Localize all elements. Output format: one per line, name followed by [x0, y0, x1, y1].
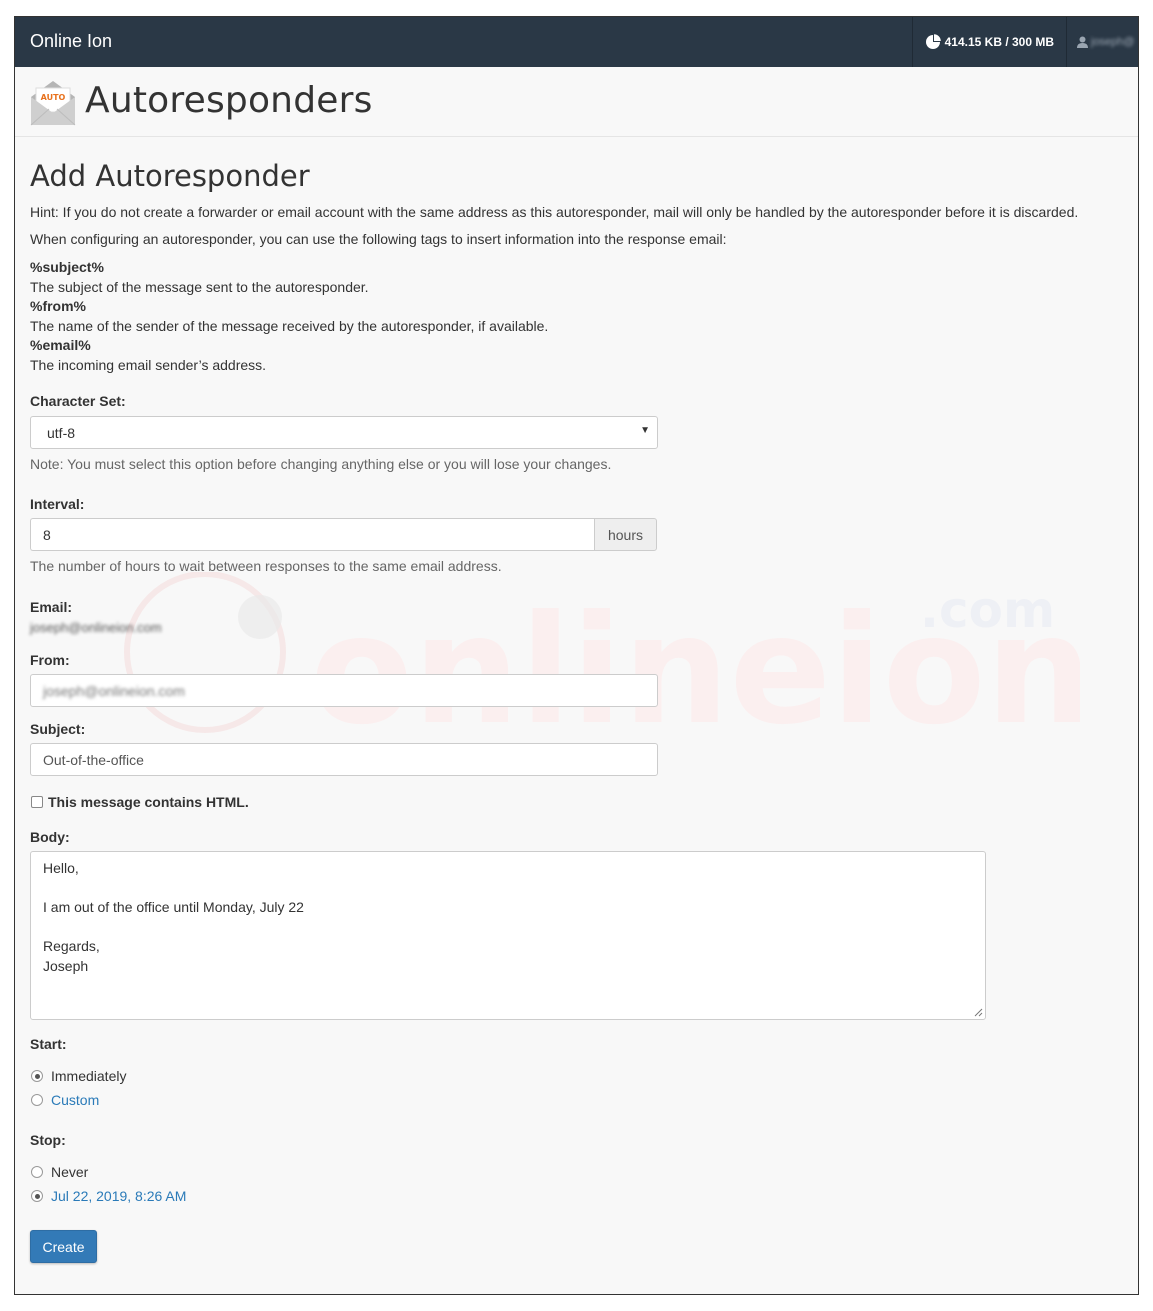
caret-down-icon: ▼: [640, 425, 650, 436]
start-label: Start:: [30, 1036, 67, 1052]
stop-date-link[interactable]: Jul 22, 2019, 8:26 AM: [51, 1188, 186, 1204]
subject-input[interactable]: Out-of-the-office: [30, 743, 658, 776]
start-custom-option[interactable]: Custom: [30, 1088, 1128, 1112]
pie-chart-icon: [925, 34, 941, 49]
start-options: Immediately Custom: [30, 1064, 1128, 1112]
email-label: Email:: [30, 599, 73, 615]
radio-never[interactable]: [31, 1166, 43, 1178]
stop-never-option[interactable]: Never: [30, 1160, 1128, 1184]
radio-immediately[interactable]: [31, 1070, 43, 1082]
start-custom-link[interactable]: Custom: [51, 1092, 99, 1108]
stop-label: Stop:: [30, 1132, 66, 1148]
charset-label: Character Set:: [30, 393, 126, 409]
top-navbar: Online Ion 414.15 KB / 300 MB joseph@: [15, 17, 1138, 67]
html-checkbox-row[interactable]: This message contains HTML.: [30, 794, 1128, 810]
resize-handle-icon[interactable]: [974, 1008, 983, 1017]
tag-description: The name of the sender of the message re…: [30, 317, 549, 334]
tag-name: %from%: [30, 298, 87, 314]
autoresponder-envelope-icon: AUTO: [30, 81, 76, 126]
tag-description: The subject of the message sent to the a…: [30, 278, 369, 295]
tag-name: %email%: [30, 337, 91, 353]
interval-input[interactable]: 8: [30, 518, 594, 551]
tag-description: The incoming email sender’s address.: [30, 356, 267, 373]
body-textarea[interactable]: Hello, I am out of the office until Mond…: [30, 851, 986, 1020]
start-immediately-option[interactable]: Immediately: [30, 1064, 1128, 1088]
charset-value: utf-8: [47, 424, 76, 441]
stop-options: Never Jul 22, 2019, 8:26 AM: [30, 1160, 1128, 1208]
tag-name: %subject%: [30, 259, 104, 275]
interval-label: Interval:: [30, 496, 85, 512]
main-content: Add Autoresponder Hint: If you do not cr…: [30, 154, 1128, 1263]
page-title: Autoresponders: [85, 80, 373, 121]
icon-label: AUTO: [41, 93, 66, 102]
brand-logo-text[interactable]: Online Ion: [30, 31, 112, 52]
tag-list: %subject% The subject of the message sen…: [30, 258, 1128, 375]
from-label: From:: [30, 652, 70, 668]
body-line: [43, 918, 973, 938]
username: joseph@: [1091, 36, 1135, 48]
user-icon: [1077, 36, 1088, 48]
from-value: joseph@onlineion.com: [43, 682, 185, 699]
stop-never-label: Never: [51, 1164, 89, 1180]
subject-label: Subject:: [30, 721, 86, 737]
hint-text: Hint: If you do not create a forwarder o…: [30, 204, 1079, 220]
body-line: Hello,: [43, 860, 79, 876]
interval-unit: hours: [594, 518, 657, 551]
radio-custom[interactable]: [31, 1094, 43, 1106]
body-line: I am out of the office until Monday, Jul…: [43, 899, 304, 915]
section-title: Add Autoresponder: [30, 159, 310, 193]
tags-intro-text: When configuring an autoresponder, you c…: [30, 231, 727, 247]
start-immediately-label: Immediately: [51, 1068, 127, 1084]
radio-stop-date[interactable]: [31, 1190, 43, 1202]
body-line: Regards,: [43, 938, 100, 954]
quota-text: 414.15 KB / 300 MB: [944, 35, 1054, 49]
user-menu[interactable]: joseph@: [1067, 17, 1138, 67]
body-label: Body:: [30, 829, 70, 845]
body-line: Joseph: [43, 957, 89, 974]
page-header: AUTO Autoresponders: [15, 67, 1138, 137]
disk-quota[interactable]: 414.15 KB / 300 MB: [911, 17, 1067, 67]
stop-date-option[interactable]: Jul 22, 2019, 8:26 AM: [30, 1184, 1128, 1208]
email-value: joseph@onlineion.com: [30, 620, 162, 635]
app-frame: Online Ion 414.15 KB / 300 MB joseph@ AU…: [14, 16, 1139, 1295]
create-button[interactable]: Create: [30, 1230, 97, 1263]
charset-note: Note: You must select this option before…: [30, 456, 612, 472]
interval-help: The number of hours to wait between resp…: [30, 558, 502, 574]
interval-input-group: 8 hours: [30, 518, 657, 551]
from-input[interactable]: joseph@onlineion.com: [30, 674, 658, 707]
charset-select[interactable]: utf-8 ▼: [30, 416, 658, 449]
html-checkbox[interactable]: [31, 796, 43, 808]
body-line: [43, 879, 973, 899]
html-checkbox-label: This message contains HTML.: [48, 794, 249, 810]
